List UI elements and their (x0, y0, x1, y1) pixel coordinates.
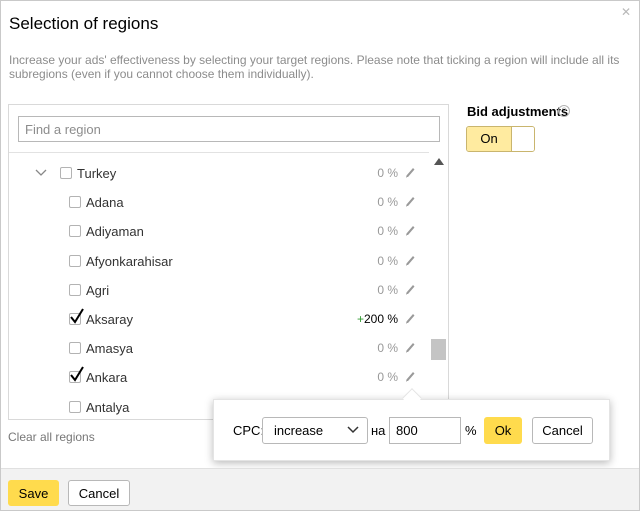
toggle-knob (511, 127, 534, 151)
pencil-icon[interactable] (404, 194, 416, 208)
region-selection-dialog: Selection of regions ✕ Increase your ads… (0, 0, 640, 511)
region-bid-percent: 0 % (377, 370, 398, 384)
region-bid-percent: +200 % (357, 312, 398, 326)
bid-value: 0 % (377, 341, 398, 356)
region-checkbox[interactable] (60, 167, 72, 179)
region-checkbox[interactable] (69, 400, 81, 413)
bid-value: 0 % (377, 224, 398, 239)
bid-value: 0 % (377, 195, 398, 210)
region-label: Adana (86, 195, 124, 211)
region-label: Amasya (86, 341, 133, 357)
region-checkbox[interactable] (69, 225, 81, 238)
region-row[interactable]: Afyonkarahisar 0 % (9, 248, 429, 277)
cpc-mode-select[interactable]: increase (262, 417, 368, 444)
toggle-on-label: On (467, 127, 511, 151)
region-checkbox[interactable] (69, 366, 84, 384)
region-bid-percent: 0 % (377, 341, 398, 355)
dialog-description: Increase your ads' effectiveness by sele… (9, 53, 620, 81)
region-checkbox[interactable] (69, 196, 81, 209)
popup-cancel-button[interactable]: Cancel (532, 417, 593, 444)
scroll-thumb[interactable] (431, 339, 446, 360)
region-search-input[interactable] (18, 116, 440, 142)
region-checkbox[interactable] (69, 308, 84, 325)
bid-adjustments-label: Bid adjustments (467, 104, 569, 119)
cpc-connector-label: на (371, 423, 386, 438)
region-checkbox[interactable] (69, 254, 81, 267)
pencil-icon[interactable] (404, 223, 416, 237)
bid-value: 200 % (363, 312, 398, 326)
help-icon[interactable]: ? (558, 105, 570, 117)
cancel-button[interactable]: Cancel (68, 480, 130, 506)
close-icon[interactable]: ✕ (621, 5, 631, 19)
region-row[interactable]: Turkey 0 % (9, 160, 429, 189)
region-label: Ankara (86, 370, 128, 386)
region-bid-percent: 0 % (377, 195, 398, 209)
region-label: Aksaray (86, 312, 133, 327)
region-label: Turkey (77, 166, 117, 181)
region-list-scrollbar[interactable] (429, 152, 448, 419)
region-row[interactable]: Agri 0 % (9, 277, 429, 306)
region-label: Agri (86, 282, 110, 298)
region-label: Afyonkarahisar (86, 253, 173, 269)
pencil-icon[interactable] (404, 253, 416, 267)
checkmark-icon (70, 308, 84, 324)
region-panel: Turkey0 %Adana0 %Adiyaman0 %Afyonkarahis… (8, 104, 449, 420)
region-row[interactable]: Amasya 0 % (9, 335, 429, 364)
region-row[interactable]: Aksaray +200 % (9, 306, 429, 335)
clear-all-regions-link[interactable]: Clear all regions (8, 430, 95, 444)
region-bid-percent: 0 % (377, 254, 398, 268)
region-bid-percent: 0 % (377, 224, 398, 238)
region-bid-percent: 0 % (377, 283, 398, 297)
region-row[interactable]: Adiyaman 0 % (9, 218, 429, 247)
pencil-icon[interactable] (404, 340, 416, 354)
pencil-icon[interactable] (404, 369, 416, 383)
cpc-label: CPC: (233, 423, 265, 438)
pencil-icon[interactable] (404, 311, 416, 325)
region-row[interactable]: Ankara 0 % (9, 364, 429, 393)
bid-value: 0 % (377, 282, 398, 297)
region-checkbox[interactable] (69, 342, 81, 355)
cpc-mode-value: increase (274, 423, 324, 438)
bid-value: 0 % (377, 166, 398, 180)
pencil-icon[interactable] (404, 282, 416, 296)
chevron-down-icon (347, 426, 359, 434)
dialog-title: Selection of regions (9, 14, 159, 33)
bid-value: 0 % (377, 253, 398, 268)
save-button[interactable]: Save (8, 480, 59, 506)
region-label: Antalya (86, 399, 130, 415)
bid-value: 0 % (377, 370, 398, 385)
checkmark-icon (70, 366, 84, 383)
region-label: Adiyaman (86, 224, 144, 240)
ok-button[interactable]: Ok (484, 417, 522, 444)
pencil-icon[interactable] (404, 165, 416, 179)
scroll-up-arrow-icon[interactable] (434, 158, 444, 165)
region-row[interactable]: Adana 0 % (9, 189, 429, 218)
bid-adjustments-toggle[interactable]: On (466, 126, 535, 152)
dialog-footer: Save Cancel (1, 468, 639, 510)
region-bid-percent: 0 % (377, 166, 398, 180)
region-checkbox[interactable] (69, 283, 81, 296)
region-list[interactable]: Turkey 0 % Adana 0 % Adiyaman 0 % Afyonkarahis… (9, 152, 429, 419)
chevron-down-icon[interactable] (35, 166, 47, 178)
bid-sign: + (356, 312, 364, 326)
cpc-value-input[interactable] (389, 417, 461, 444)
cpc-unit-label: % (465, 423, 477, 438)
